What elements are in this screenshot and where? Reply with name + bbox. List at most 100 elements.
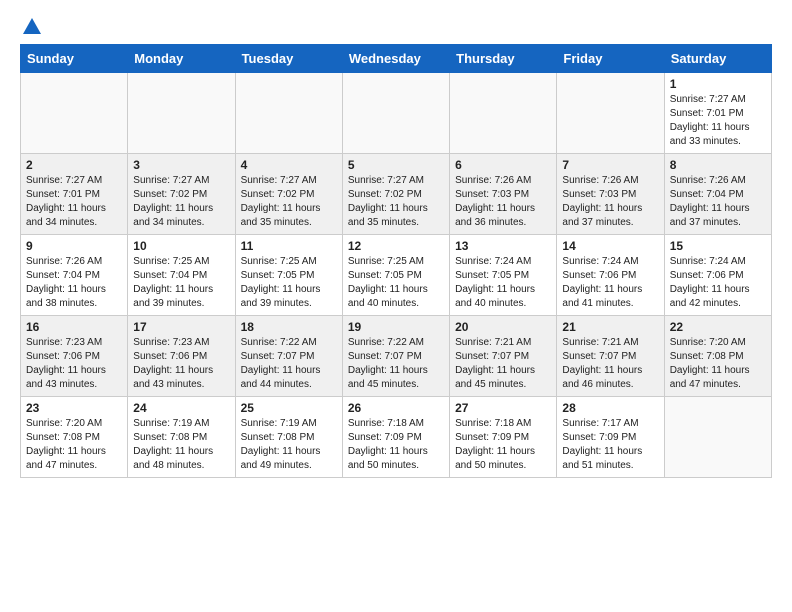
calendar-header-friday: Friday xyxy=(557,45,664,73)
day-number: 1 xyxy=(670,77,766,91)
logo xyxy=(20,16,44,34)
calendar-day-cell xyxy=(664,397,771,478)
calendar-week-row: 2 Sunrise: 7:27 AM Sunset: 7:01 PM Daylig… xyxy=(21,154,772,235)
calendar-day-cell xyxy=(557,73,664,154)
day-number: 10 xyxy=(133,239,229,253)
day-number: 20 xyxy=(455,320,551,334)
calendar-day-cell: 26 Sunrise: 7:18 AM Sunset: 7:09 PM Dayli… xyxy=(342,397,449,478)
calendar-day-cell: 9 Sunrise: 7:26 AM Sunset: 7:04 PM Daylig… xyxy=(21,235,128,316)
calendar-day-cell xyxy=(450,73,557,154)
day-info: Sunrise: 7:27 AM Sunset: 7:02 PM Dayligh… xyxy=(348,174,444,230)
calendar-header-saturday: Saturday xyxy=(664,45,771,73)
day-number: 24 xyxy=(133,401,229,415)
day-info: Sunrise: 7:18 AM Sunset: 7:09 PM Dayligh… xyxy=(455,417,551,473)
day-info: Sunrise: 7:27 AM Sunset: 7:02 PM Dayligh… xyxy=(133,174,229,230)
day-info: Sunrise: 7:22 AM Sunset: 7:07 PM Dayligh… xyxy=(241,336,337,392)
calendar-day-cell: 13Sunrise: 7:24 AM Sunset: 7:05 PM Dayli… xyxy=(450,235,557,316)
day-info: Sunrise: 7:22 AM Sunset: 7:07 PM Dayligh… xyxy=(348,336,444,392)
calendar: SundayMondayTuesdayWednesdayThursdayFrid… xyxy=(20,44,772,478)
day-number: 2 xyxy=(26,158,122,172)
calendar-day-cell: 4 Sunrise: 7:27 AM Sunset: 7:02 PM Daylig… xyxy=(235,154,342,235)
day-number: 25 xyxy=(241,401,337,415)
calendar-week-row: 1 Sunrise: 7:27 AM Sunset: 7:01 PM Daylig… xyxy=(21,73,772,154)
calendar-header-thursday: Thursday xyxy=(450,45,557,73)
day-number: 21 xyxy=(562,320,658,334)
day-number: 26 xyxy=(348,401,444,415)
day-number: 5 xyxy=(348,158,444,172)
day-info: Sunrise: 7:23 AM Sunset: 7:06 PM Dayligh… xyxy=(26,336,122,392)
day-info: Sunrise: 7:27 AM Sunset: 7:01 PM Dayligh… xyxy=(670,93,766,149)
day-info: Sunrise: 7:23 AM Sunset: 7:06 PM Dayligh… xyxy=(133,336,229,392)
calendar-day-cell: 12 Sunrise: 7:25 AM Sunset: 7:05 PM Dayli… xyxy=(342,235,449,316)
calendar-day-cell: 3 Sunrise: 7:27 AM Sunset: 7:02 PM Daylig… xyxy=(128,154,235,235)
calendar-day-cell: 22 Sunrise: 7:20 AM Sunset: 7:08 PM Dayli… xyxy=(664,316,771,397)
calendar-day-cell: 10 Sunrise: 7:25 AM Sunset: 7:04 PM Dayli… xyxy=(128,235,235,316)
calendar-day-cell: 11Sunrise: 7:25 AM Sunset: 7:05 PM Dayli… xyxy=(235,235,342,316)
day-number: 8 xyxy=(670,158,766,172)
calendar-day-cell: 27Sunrise: 7:18 AM Sunset: 7:09 PM Dayli… xyxy=(450,397,557,478)
calendar-day-cell: 8 Sunrise: 7:26 AM Sunset: 7:04 PM Daylig… xyxy=(664,154,771,235)
calendar-day-cell: 17 Sunrise: 7:23 AM Sunset: 7:06 PM Dayli… xyxy=(128,316,235,397)
calendar-day-cell xyxy=(342,73,449,154)
calendar-day-cell: 5 Sunrise: 7:27 AM Sunset: 7:02 PM Daylig… xyxy=(342,154,449,235)
day-number: 3 xyxy=(133,158,229,172)
calendar-day-cell: 16 Sunrise: 7:23 AM Sunset: 7:06 PM Dayli… xyxy=(21,316,128,397)
day-number: 14 xyxy=(562,239,658,253)
calendar-day-cell: 28 Sunrise: 7:17 AM Sunset: 7:09 PM Dayli… xyxy=(557,397,664,478)
calendar-day-cell: 20 Sunrise: 7:21 AM Sunset: 7:07 PM Dayli… xyxy=(450,316,557,397)
day-info: Sunrise: 7:21 AM Sunset: 7:07 PM Dayligh… xyxy=(455,336,551,392)
day-info: Sunrise: 7:25 AM Sunset: 7:05 PM Dayligh… xyxy=(241,255,337,311)
calendar-header-wednesday: Wednesday xyxy=(342,45,449,73)
day-info: Sunrise: 7:20 AM Sunset: 7:08 PM Dayligh… xyxy=(670,336,766,392)
day-number: 9 xyxy=(26,239,122,253)
day-info: Sunrise: 7:26 AM Sunset: 7:03 PM Dayligh… xyxy=(455,174,551,230)
day-info: Sunrise: 7:27 AM Sunset: 7:01 PM Dayligh… xyxy=(26,174,122,230)
day-info: Sunrise: 7:26 AM Sunset: 7:04 PM Dayligh… xyxy=(26,255,122,311)
calendar-day-cell: 25 Sunrise: 7:19 AM Sunset: 7:08 PM Dayli… xyxy=(235,397,342,478)
header xyxy=(20,16,772,34)
calendar-header-monday: Monday xyxy=(128,45,235,73)
calendar-day-cell: 21 Sunrise: 7:21 AM Sunset: 7:07 PM Dayli… xyxy=(557,316,664,397)
calendar-day-cell xyxy=(128,73,235,154)
calendar-header-sunday: Sunday xyxy=(21,45,128,73)
day-info: Sunrise: 7:19 AM Sunset: 7:08 PM Dayligh… xyxy=(241,417,337,473)
calendar-day-cell: 18 Sunrise: 7:22 AM Sunset: 7:07 PM Dayli… xyxy=(235,316,342,397)
day-info: Sunrise: 7:24 AM Sunset: 7:05 PM Dayligh… xyxy=(455,255,551,311)
day-info: Sunrise: 7:17 AM Sunset: 7:09 PM Dayligh… xyxy=(562,417,658,473)
day-number: 6 xyxy=(455,158,551,172)
day-number: 12 xyxy=(348,239,444,253)
day-info: Sunrise: 7:20 AM Sunset: 7:08 PM Dayligh… xyxy=(26,417,122,473)
day-info: Sunrise: 7:25 AM Sunset: 7:04 PM Dayligh… xyxy=(133,255,229,311)
calendar-week-row: 16 Sunrise: 7:23 AM Sunset: 7:06 PM Dayli… xyxy=(21,316,772,397)
calendar-day-cell: 1 Sunrise: 7:27 AM Sunset: 7:01 PM Daylig… xyxy=(664,73,771,154)
calendar-header-tuesday: Tuesday xyxy=(235,45,342,73)
calendar-day-cell: 14Sunrise: 7:24 AM Sunset: 7:06 PM Dayli… xyxy=(557,235,664,316)
day-info: Sunrise: 7:19 AM Sunset: 7:08 PM Dayligh… xyxy=(133,417,229,473)
day-info: Sunrise: 7:26 AM Sunset: 7:04 PM Dayligh… xyxy=(670,174,766,230)
calendar-day-cell xyxy=(21,73,128,154)
day-info: Sunrise: 7:21 AM Sunset: 7:07 PM Dayligh… xyxy=(562,336,658,392)
calendar-day-cell: 6 Sunrise: 7:26 AM Sunset: 7:03 PM Daylig… xyxy=(450,154,557,235)
calendar-day-cell: 2 Sunrise: 7:27 AM Sunset: 7:01 PM Daylig… xyxy=(21,154,128,235)
day-number: 18 xyxy=(241,320,337,334)
day-number: 28 xyxy=(562,401,658,415)
day-number: 23 xyxy=(26,401,122,415)
day-info: Sunrise: 7:24 AM Sunset: 7:06 PM Dayligh… xyxy=(670,255,766,311)
page: SundayMondayTuesdayWednesdayThursdayFrid… xyxy=(0,0,792,494)
day-info: Sunrise: 7:27 AM Sunset: 7:02 PM Dayligh… xyxy=(241,174,337,230)
logo-icon xyxy=(21,16,43,38)
day-number: 7 xyxy=(562,158,658,172)
day-number: 16 xyxy=(26,320,122,334)
calendar-day-cell: 24 Sunrise: 7:19 AM Sunset: 7:08 PM Dayli… xyxy=(128,397,235,478)
day-info: Sunrise: 7:18 AM Sunset: 7:09 PM Dayligh… xyxy=(348,417,444,473)
calendar-day-cell xyxy=(235,73,342,154)
day-number: 17 xyxy=(133,320,229,334)
calendar-week-row: 23 Sunrise: 7:20 AM Sunset: 7:08 PM Dayli… xyxy=(21,397,772,478)
day-number: 19 xyxy=(348,320,444,334)
day-number: 4 xyxy=(241,158,337,172)
day-info: Sunrise: 7:25 AM Sunset: 7:05 PM Dayligh… xyxy=(348,255,444,311)
day-number: 22 xyxy=(670,320,766,334)
calendar-header-row: SundayMondayTuesdayWednesdayThursdayFrid… xyxy=(21,45,772,73)
day-number: 15 xyxy=(670,239,766,253)
day-info: Sunrise: 7:26 AM Sunset: 7:03 PM Dayligh… xyxy=(562,174,658,230)
